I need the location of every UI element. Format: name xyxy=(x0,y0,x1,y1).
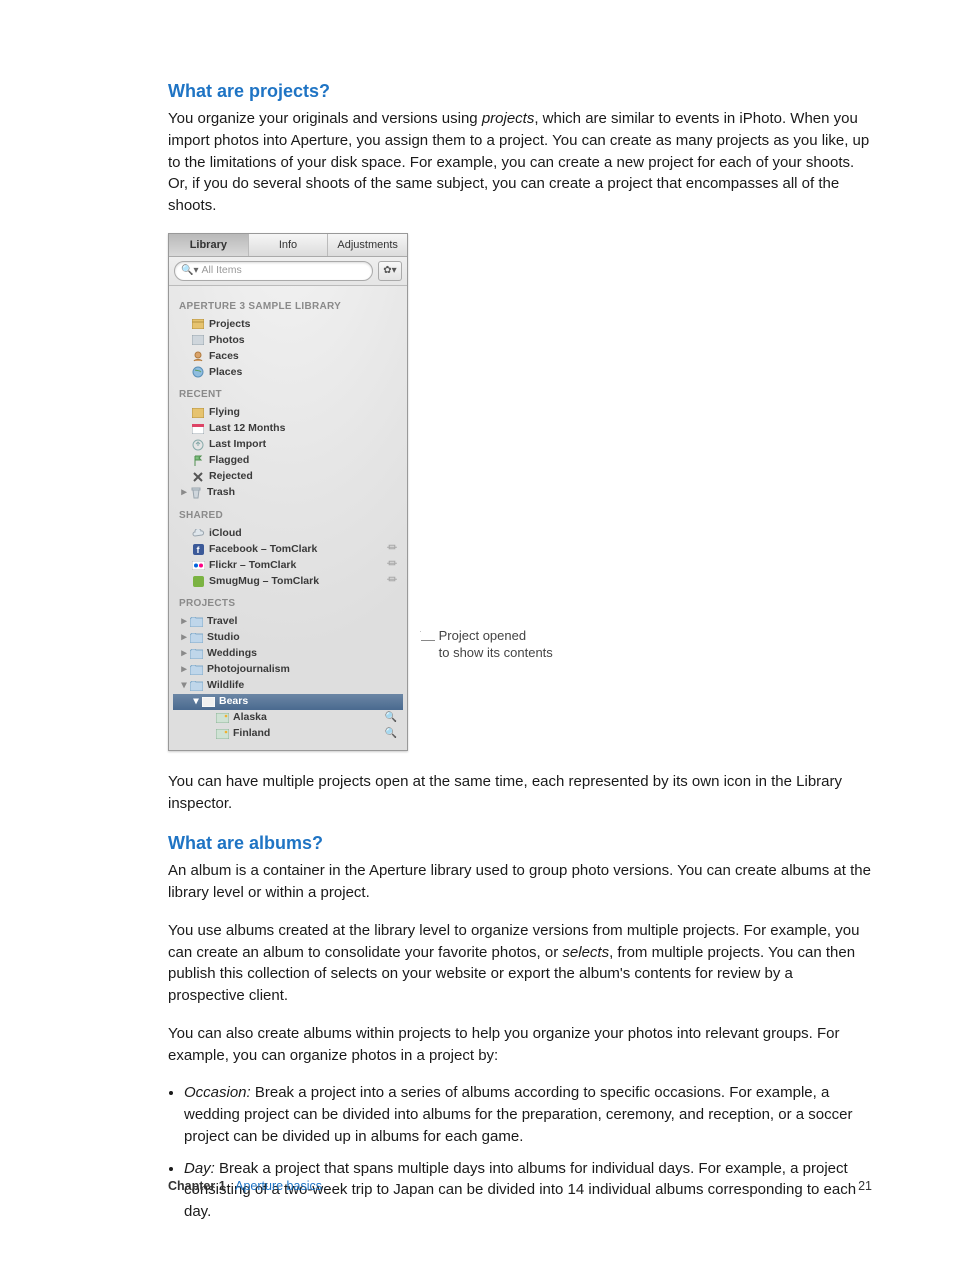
item-photojournalism[interactable]: ▸Photojournalism xyxy=(173,662,403,678)
faces-icon xyxy=(191,350,205,362)
section-header-library: APERTURE 3 SAMPLE LIBRARY xyxy=(173,292,403,317)
project-icon xyxy=(191,407,205,419)
paragraph: You organize your originals and versions… xyxy=(168,108,872,217)
item-smugmug[interactable]: SmugMug – TomClark⏛ xyxy=(173,573,403,589)
paragraph: You can have multiple projects open at t… xyxy=(168,771,872,815)
search-icon: 🔍▾ xyxy=(181,264,198,279)
callout: Project openedto show its contents xyxy=(420,631,553,632)
disclosure-icon: ▸ xyxy=(179,485,189,500)
section-header-recent: RECENT xyxy=(173,380,403,405)
chapter-title: Aperture basics xyxy=(235,1179,322,1193)
item-travel[interactable]: ▸Travel xyxy=(173,614,403,630)
tab-info[interactable]: Info xyxy=(249,234,329,256)
item-flickr[interactable]: Flickr – TomClark⏛ xyxy=(173,557,403,573)
item-flagged[interactable]: Flagged xyxy=(173,453,403,469)
item-alaska[interactable]: Alaska🔍 xyxy=(173,710,403,726)
project-open-icon xyxy=(201,696,215,708)
disclosure-icon: ▸ xyxy=(179,646,189,661)
folder-icon xyxy=(189,632,203,644)
bullet-list: Occasion: Break a project into a series … xyxy=(168,1082,872,1223)
search-input[interactable]: 🔍▾ All Items xyxy=(174,261,373,281)
reject-icon xyxy=(191,471,205,483)
folder-icon xyxy=(189,664,203,676)
paragraph: You use albums created at the library le… xyxy=(168,920,872,1007)
item-facebook[interactable]: fFacebook – TomClark⏛ xyxy=(173,541,403,557)
folder-icon xyxy=(189,680,203,692)
album-icon xyxy=(215,712,229,724)
places-icon xyxy=(191,366,205,378)
item-rejected[interactable]: Rejected xyxy=(173,469,403,485)
disclosure-down-icon: ▾ xyxy=(191,694,201,709)
tab-library[interactable]: Library xyxy=(169,234,249,256)
paragraph: You can also create albums within projec… xyxy=(168,1023,872,1067)
item-weddings[interactable]: ▸Weddings xyxy=(173,646,403,662)
item-flying[interactable]: Flying xyxy=(173,405,403,421)
flag-icon xyxy=(191,455,205,467)
tab-adjustments[interactable]: Adjustments xyxy=(328,234,407,256)
gear-button[interactable]: ✿▾ xyxy=(378,261,402,281)
tree: APERTURE 3 SAMPLE LIBRARY Projects Photo… xyxy=(169,286,407,750)
item-last12[interactable]: Last 12 Months xyxy=(173,421,403,437)
section-header-shared: SHARED xyxy=(173,501,403,526)
disclosure-icon: ▸ xyxy=(179,630,189,645)
smugmug-icon xyxy=(191,575,205,587)
projects-icon xyxy=(191,318,205,330)
disclosure-down-icon: ▾ xyxy=(179,678,189,693)
rss-icon: ⏛ xyxy=(387,558,397,573)
gear-icon: ✿▾ xyxy=(383,264,396,279)
page: What are projects? You organize your ori… xyxy=(0,0,954,1265)
item-projects[interactable]: Projects xyxy=(173,316,403,332)
disclosure-icon: ▸ xyxy=(179,662,189,677)
item-wildlife[interactable]: ▾Wildlife xyxy=(173,678,403,694)
item-places[interactable]: Places xyxy=(173,364,403,380)
search-placeholder: All Items xyxy=(201,263,241,278)
item-faces[interactable]: Faces xyxy=(173,348,403,364)
item-finland[interactable]: Finland🔍 xyxy=(173,726,403,742)
facebook-icon: f xyxy=(191,543,205,555)
item-photos[interactable]: Photos xyxy=(173,332,403,348)
disclosure-icon: ▸ xyxy=(179,614,189,629)
flickr-icon xyxy=(191,559,205,571)
page-number: 21 xyxy=(858,1177,872,1195)
heading-projects: What are projects? xyxy=(168,78,872,104)
calendar-icon xyxy=(191,423,205,435)
item-studio[interactable]: ▸Studio xyxy=(173,630,403,646)
item-icloud[interactable]: iCloud xyxy=(173,525,403,541)
search-icon: 🔍 xyxy=(385,711,397,726)
heading-albums: What are albums? xyxy=(168,830,872,856)
import-icon xyxy=(191,439,205,451)
paragraph: An album is a container in the Aperture … xyxy=(168,860,872,904)
search-icon: 🔍 xyxy=(385,727,397,742)
rss-icon: ⏛ xyxy=(387,542,397,557)
photos-icon xyxy=(191,334,205,346)
footer: Chapter 1 Aperture basics 21 xyxy=(168,1177,872,1195)
list-item: Occasion: Break a project into a series … xyxy=(184,1082,872,1147)
trash-icon xyxy=(189,487,203,499)
section-header-projects: PROJECTS xyxy=(173,589,403,614)
album-icon xyxy=(215,728,229,740)
rss-icon: ⏛ xyxy=(387,574,397,589)
item-lastimport[interactable]: Last Import xyxy=(173,437,403,453)
item-trash[interactable]: ▸Trash xyxy=(173,485,403,501)
figure-library-inspector: Library Info Adjustments 🔍▾ All Items ✿▾… xyxy=(168,233,872,751)
icloud-icon xyxy=(191,527,205,539)
search-bar: 🔍▾ All Items ✿▾ xyxy=(169,257,407,286)
folder-icon xyxy=(189,648,203,660)
library-inspector: Library Info Adjustments 🔍▾ All Items ✿▾… xyxy=(168,233,408,751)
tab-bar: Library Info Adjustments xyxy=(169,234,407,257)
folder-icon xyxy=(189,616,203,628)
chapter-label: Chapter 1 xyxy=(168,1179,226,1193)
item-bears[interactable]: ▾Bears xyxy=(173,694,403,710)
